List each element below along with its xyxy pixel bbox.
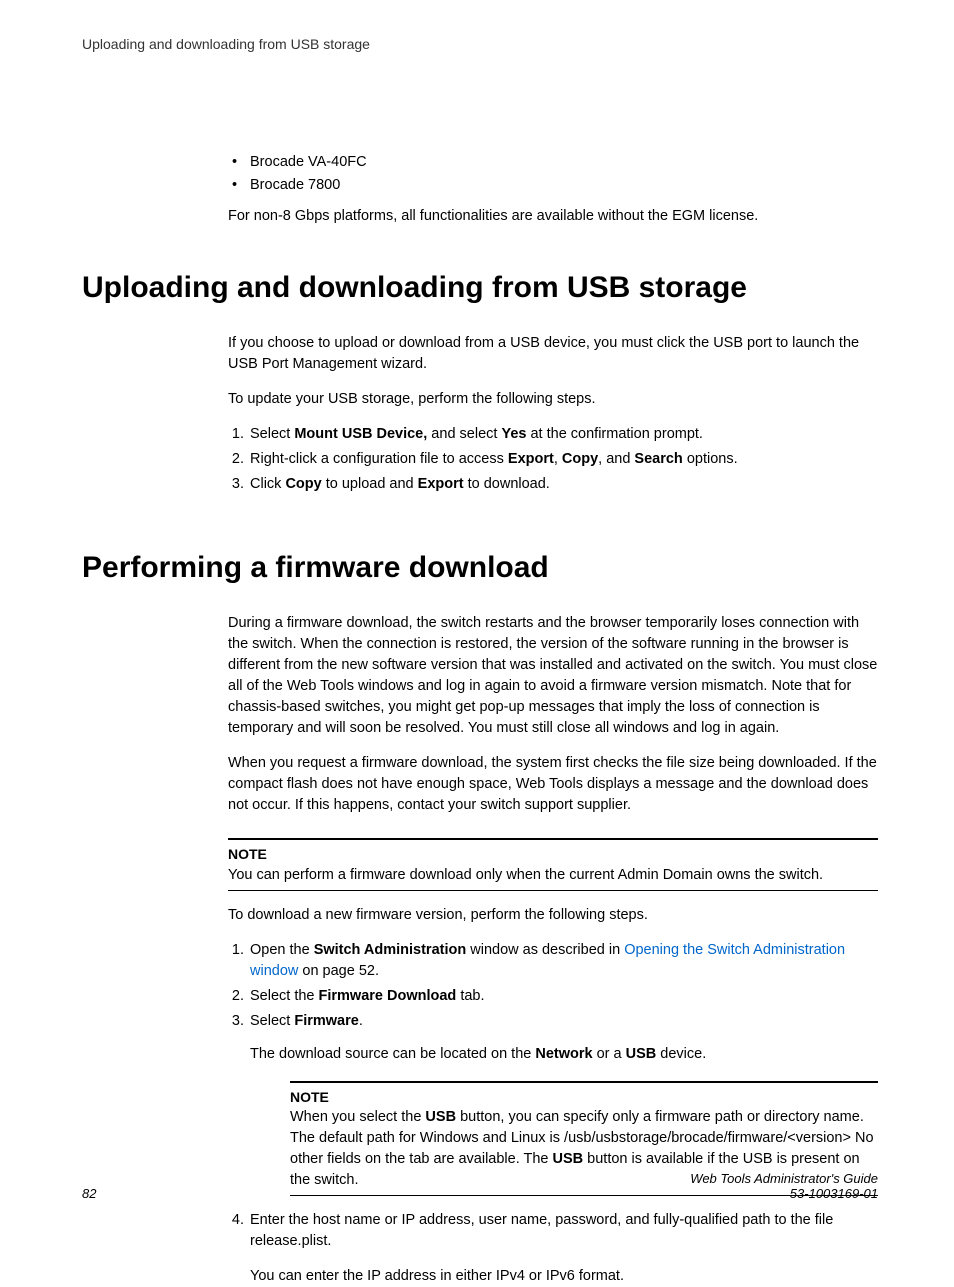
text: and select — [427, 426, 501, 442]
text: , and — [598, 451, 634, 467]
text: or a — [593, 1046, 626, 1062]
section-body-usb: If you choose to upload or download from… — [228, 333, 878, 495]
text: to upload and — [322, 476, 418, 492]
note-body: You can perform a firmware download only… — [228, 865, 878, 886]
intro-paragraph: For non-8 Gbps platforms, all functional… — [228, 206, 878, 227]
step-item: Click Copy to upload and Export to downl… — [248, 474, 878, 495]
doc-number: 53-1003169-01 — [690, 1186, 878, 1201]
text: Select the — [250, 988, 319, 1004]
note-rule-top — [290, 1081, 878, 1083]
bold: USB — [626, 1046, 657, 1062]
intro-bullets: Brocade VA-40FC Brocade 7800 — [228, 152, 878, 196]
text: device. — [656, 1046, 706, 1062]
section-heading-firmware: Performing a firmware download — [82, 551, 878, 585]
bold: Export — [418, 476, 464, 492]
bold: Yes — [501, 426, 526, 442]
text: Enter the host name or IP address, user … — [250, 1212, 833, 1249]
paragraph: To update your USB storage, perform the … — [228, 389, 878, 410]
list-item: Brocade 7800 — [228, 175, 878, 196]
list-item: Brocade VA-40FC — [228, 152, 878, 173]
bold: Mount USB Device, — [294, 426, 427, 442]
bold: USB — [425, 1109, 456, 1125]
paragraph: To download a new firmware version, perf… — [228, 905, 878, 926]
text: on page 52. — [298, 963, 379, 979]
text: Click — [250, 476, 285, 492]
bold: Export — [508, 451, 554, 467]
bold: USB — [553, 1151, 584, 1167]
text: . — [359, 1013, 363, 1029]
sub-paragraph: You can enter the IP address in either I… — [250, 1266, 878, 1287]
step-item: Right-click a configuration file to acce… — [248, 449, 878, 470]
note-rule-top — [228, 838, 878, 840]
page-footer: 82 Web Tools Administrator's Guide 53-10… — [82, 1171, 878, 1201]
text: When you select the — [290, 1109, 425, 1125]
text: at the confirmation prompt. — [526, 426, 703, 442]
bold: Firmware Download — [319, 988, 457, 1004]
page-number: 82 — [82, 1186, 96, 1201]
usb-steps: Select Mount USB Device, and select Yes … — [228, 424, 878, 495]
bold: Copy — [562, 451, 598, 467]
text: Select — [250, 426, 294, 442]
paragraph: When you request a firmware download, th… — [228, 753, 878, 816]
sub-paragraph: The download source can be located on th… — [250, 1044, 878, 1065]
bold: Search — [634, 451, 682, 467]
step-item: Select Mount USB Device, and select Yes … — [248, 424, 878, 445]
step-item: Enter the host name or IP address, user … — [248, 1210, 878, 1287]
bold: Switch Administration — [314, 942, 467, 958]
paragraph: During a firmware download, the switch r… — [228, 613, 878, 739]
text: window as described in — [466, 942, 624, 958]
note-rule-bottom — [228, 890, 878, 891]
step-item: Select the Firmware Download tab. — [248, 986, 878, 1007]
text: Open the — [250, 942, 314, 958]
running-head: Uploading and downloading from USB stora… — [82, 36, 878, 52]
text: Select — [250, 1013, 294, 1029]
text: tab. — [456, 988, 484, 1004]
note-title: NOTE — [290, 1087, 878, 1107]
intro-block: Brocade VA-40FC Brocade 7800 For non-8 G… — [228, 152, 878, 227]
step-item: Open the Switch Administration window as… — [248, 940, 878, 982]
text: , — [554, 451, 562, 467]
section-heading-usb: Uploading and downloading from USB stora… — [82, 271, 878, 305]
text: options. — [683, 451, 738, 467]
paragraph: If you choose to upload or download from… — [228, 333, 878, 375]
bold: Firmware — [294, 1013, 358, 1029]
step-item: Select Firmware. The download source can… — [248, 1011, 878, 1196]
text: to download. — [464, 476, 550, 492]
bold: Network — [535, 1046, 592, 1062]
bold: Copy — [285, 476, 321, 492]
note-title: NOTE — [228, 844, 878, 864]
text: The download source can be located on th… — [250, 1046, 535, 1062]
doc-title: Web Tools Administrator's Guide — [690, 1171, 878, 1186]
page: Uploading and downloading from USB stora… — [0, 0, 954, 1235]
text: Right-click a configuration file to acce… — [250, 451, 508, 467]
doc-info: Web Tools Administrator's Guide 53-10031… — [690, 1171, 878, 1201]
